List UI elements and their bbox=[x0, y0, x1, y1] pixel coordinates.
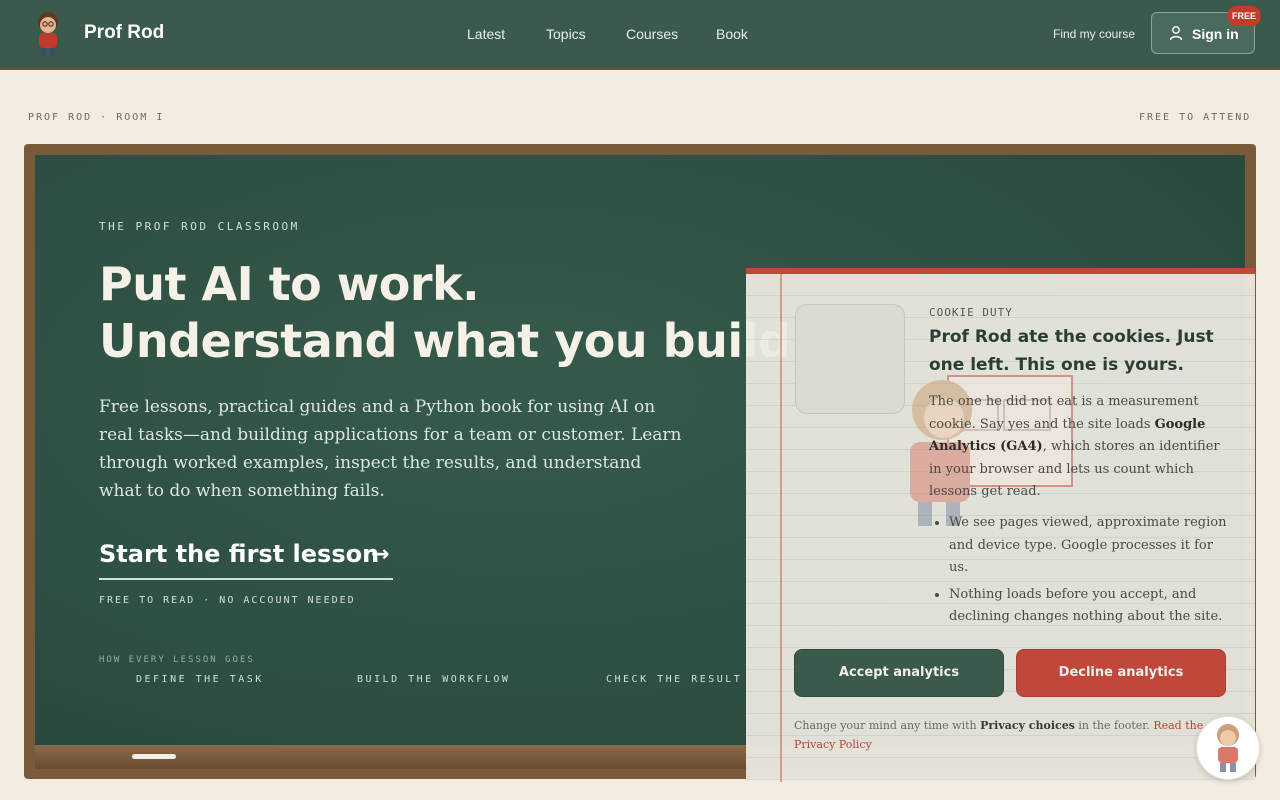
free-to-attend-label: FREE TO ATTEND bbox=[1139, 112, 1252, 123]
privacy-choices-label: Privacy choices bbox=[980, 719, 1075, 732]
cookie-body: The one he did not eat is a measurement … bbox=[929, 391, 1225, 504]
cookie-title: Prof Rod ate the cookies. Just one left.… bbox=[929, 327, 1214, 375]
prof-rod-avatar-icon bbox=[1217, 724, 1239, 772]
steps-label: HOW EVERY LESSON GOES bbox=[99, 655, 255, 665]
cookie-bullets: We see pages viewed, approximate region … bbox=[929, 512, 1229, 633]
arrow-right-icon: → bbox=[371, 542, 390, 567]
step-define-task: DEFINE THE TASK bbox=[136, 674, 264, 685]
hero-eyebrow: THE PROF ROD CLASSROOM bbox=[99, 220, 300, 233]
brand-name[interactable]: Prof Rod bbox=[84, 22, 164, 44]
free-badge: FREE bbox=[1227, 6, 1261, 26]
cta-label: Start the first lesson bbox=[99, 540, 380, 568]
headline-line-1: Put AI to work. bbox=[99, 257, 480, 311]
step-build-workflow: BUILD THE WORKFLOW bbox=[357, 674, 511, 685]
find-my-course-link[interactable]: Find my course bbox=[1053, 27, 1135, 41]
cookie-image-placeholder bbox=[795, 304, 905, 414]
cookie-eyebrow: COOKIE DUTY bbox=[929, 306, 1013, 319]
prof-rod-logo-icon[interactable] bbox=[30, 10, 66, 58]
nav-courses[interactable]: Courses bbox=[626, 26, 678, 42]
notebook-margin-line bbox=[780, 274, 782, 782]
hero-lead: Free lessons, practical guides and a Pyt… bbox=[99, 397, 682, 501]
cookie-footnote: Change your mind any time with Privacy c… bbox=[794, 716, 1214, 754]
nav-latest[interactable]: Latest bbox=[467, 26, 505, 42]
step-check-result: CHECK THE RESULT bbox=[606, 674, 743, 685]
accept-analytics-button[interactable]: Accept analytics bbox=[794, 649, 1004, 697]
chalk-stick bbox=[132, 754, 176, 759]
room-label: PROF ROD · ROOM I bbox=[28, 112, 165, 123]
sign-in-label: Sign in bbox=[1192, 26, 1239, 42]
headline-line-2: Understand what you build. bbox=[99, 314, 808, 368]
footnote-text-mid: in the footer. bbox=[1074, 719, 1154, 732]
cookie-bullet: We see pages viewed, approximate region … bbox=[949, 512, 1229, 580]
decline-analytics-button[interactable]: Decline analytics bbox=[1016, 649, 1226, 697]
cta-note: FREE TO READ · NO ACCOUNT NEEDED bbox=[99, 595, 356, 606]
user-icon bbox=[1169, 26, 1183, 41]
cookie-bullet: Nothing loads before you accept, and dec… bbox=[949, 584, 1229, 629]
start-first-lesson-link[interactable]: Start the first lesson → bbox=[99, 540, 393, 580]
footnote-text: Change your mind any time with bbox=[794, 719, 981, 732]
nav-book[interactable]: Book bbox=[716, 26, 748, 42]
assistant-avatar-button[interactable] bbox=[1196, 716, 1260, 780]
nav-topics[interactable]: Topics bbox=[546, 26, 586, 42]
hero-headline: Put AI to work. Understand what you buil… bbox=[99, 256, 808, 370]
